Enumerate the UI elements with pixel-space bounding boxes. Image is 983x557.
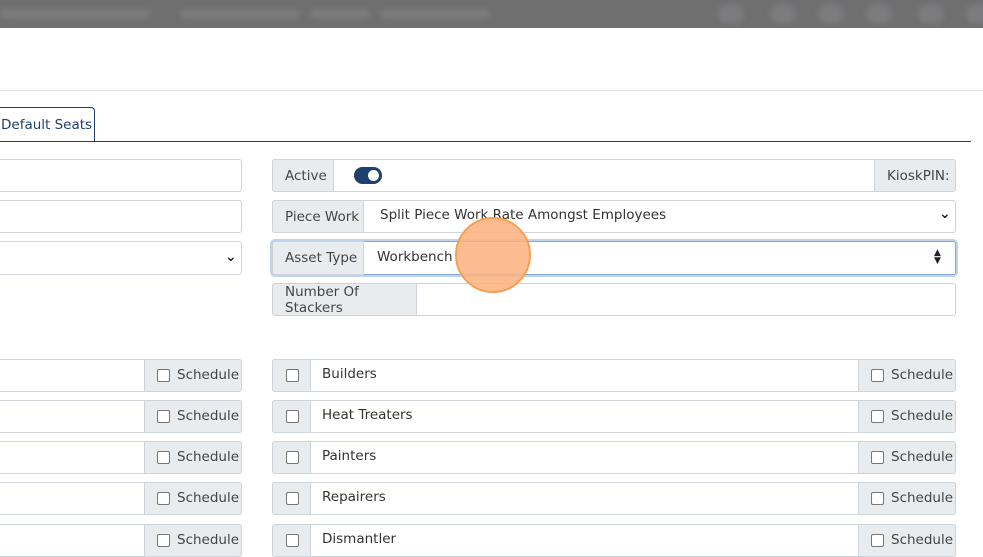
role-schedule-checkbox[interactable] [871, 410, 884, 423]
header-divider [0, 90, 983, 91]
piece-work-value: Split Piece Work Rate Amongst Employees [380, 207, 667, 223]
active-toggle[interactable] [354, 167, 382, 184]
left-select-field[interactable]: ⌄ [0, 241, 242, 275]
role-select-addon [272, 524, 311, 557]
modal-header [0, 28, 983, 90]
kiosk-pin-label: KioskPIN: [874, 159, 956, 192]
click-highlight [455, 217, 531, 293]
left-schedule-checkbox[interactable] [157, 534, 170, 547]
left-schedule-checkbox[interactable] [157, 369, 170, 382]
role-schedule-addon: Schedule [858, 359, 956, 392]
left-schedule-addon: Schedule [144, 524, 242, 557]
role-schedule-label: Schedule [891, 449, 954, 465]
asset-type-label: Asset Type [272, 241, 364, 275]
left-text-field-2[interactable] [0, 200, 242, 233]
sort-arrows-icon: ▲ ▼ [934, 248, 941, 266]
tab-default-seats-label: Default Seats [1, 117, 93, 133]
toggle-knob [368, 170, 379, 181]
role-schedule-label: Schedule [891, 532, 954, 548]
role-name: Heat Treaters [322, 407, 413, 423]
role-schedule-checkbox[interactable] [871, 534, 884, 547]
page-backdrop [0, 0, 983, 28]
role-name: Painters [322, 448, 377, 464]
role-select-addon [272, 441, 311, 474]
kiosk-pin-label-text: KioskPIN: [887, 167, 950, 184]
asset-type-select[interactable] [272, 241, 956, 275]
left-schedule-addon: Schedule [144, 359, 242, 392]
role-select-addon [272, 482, 311, 515]
left-schedule-addon: Schedule [144, 400, 242, 433]
left-schedule-label: Schedule [177, 367, 240, 383]
active-label: Active [272, 159, 334, 192]
role-schedule-addon: Schedule [858, 400, 956, 433]
left-schedule-label: Schedule [177, 532, 240, 548]
left-schedule-label: Schedule [177, 490, 240, 506]
role-name: Repairers [322, 489, 386, 505]
left-schedule-checkbox[interactable] [157, 451, 170, 464]
left-schedule-label: Schedule [177, 408, 240, 424]
active-label-text: Active [285, 167, 327, 184]
role-select-checkbox[interactable] [286, 534, 299, 547]
chevron-down-icon: ⌄ [225, 249, 237, 265]
role-name: Builders [322, 366, 377, 382]
role-schedule-checkbox[interactable] [871, 492, 884, 505]
piece-work-label-text: Piece Work [285, 208, 360, 225]
role-name: Dismantler [322, 531, 397, 547]
chevron-down-icon: ⌄ [939, 206, 951, 222]
role-schedule-addon: Schedule [858, 482, 956, 515]
asset-type-label-text: Asset Type [285, 250, 358, 266]
left-schedule-addon: Schedule [144, 482, 242, 515]
left-text-field-1[interactable] [0, 159, 242, 192]
left-schedule-checkbox[interactable] [157, 410, 170, 423]
asset-type-value: Workbench [377, 249, 453, 265]
number-of-stackers-label-text: Number Of Stackers [285, 283, 359, 316]
tab-default-seats[interactable]: Default Seats [0, 107, 95, 142]
role-schedule-addon: Schedule [858, 524, 956, 557]
left-schedule-label: Schedule [177, 449, 240, 465]
role-schedule-label: Schedule [891, 408, 954, 424]
role-schedule-checkbox[interactable] [871, 451, 884, 464]
role-select-checkbox[interactable] [286, 369, 299, 382]
role-schedule-checkbox[interactable] [871, 369, 884, 382]
role-select-checkbox[interactable] [286, 492, 299, 505]
left-schedule-addon: Schedule [144, 441, 242, 474]
number-of-stackers-label: Number Of Stackers [272, 283, 417, 316]
piece-work-label: Piece Work [272, 200, 364, 233]
role-select-addon [272, 400, 311, 433]
role-select-checkbox[interactable] [286, 451, 299, 464]
role-select-checkbox[interactable] [286, 410, 299, 423]
role-schedule-label: Schedule [891, 490, 954, 506]
role-schedule-label: Schedule [891, 367, 954, 383]
role-select-addon [272, 359, 311, 392]
role-schedule-addon: Schedule [858, 441, 956, 474]
left-schedule-checkbox[interactable] [157, 492, 170, 505]
tab-bar-divider [0, 141, 971, 142]
